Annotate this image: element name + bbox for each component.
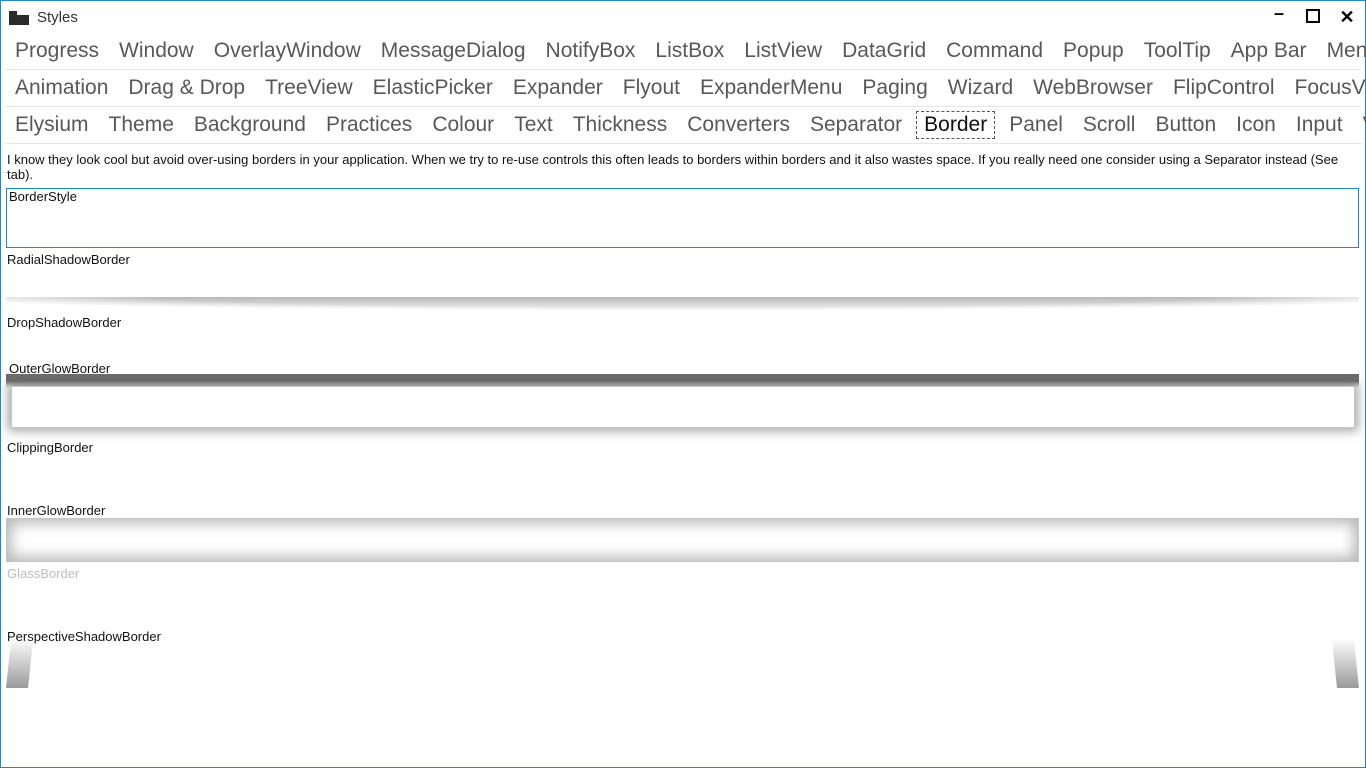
clipping-demo bbox=[6, 455, 1359, 499]
tab-listbox[interactable]: ListBox bbox=[645, 35, 734, 67]
tab-wizard[interactable]: Wizard bbox=[938, 72, 1023, 104]
tab-window[interactable]: Window bbox=[109, 35, 204, 67]
tab-content-border: I know they look cool but avoid over-usi… bbox=[1, 144, 1365, 688]
tab-webbrowser[interactable]: WebBrowser bbox=[1023, 72, 1163, 104]
tab-paging[interactable]: Paging bbox=[852, 72, 937, 104]
titlebar: Styles – ✕ bbox=[1, 1, 1365, 33]
dropshadow-label: DropShadowBorder bbox=[5, 315, 1365, 330]
tab-progress[interactable]: Progress bbox=[5, 35, 109, 67]
border-example-radialshadow: RadialShadowBorder bbox=[5, 252, 1365, 311]
border-example-outerglow: OuterGlowBorder bbox=[5, 386, 1365, 428]
tab-elasticpicker[interactable]: ElasticPicker bbox=[363, 72, 503, 104]
maximize-button[interactable] bbox=[1303, 8, 1323, 26]
tab-text[interactable]: Text bbox=[504, 109, 563, 141]
perspectiveshadow-label: PerspectiveShadowBorder bbox=[5, 629, 1365, 644]
innerglow-demo bbox=[6, 518, 1359, 562]
borderstyle-demo: BorderStyle bbox=[6, 188, 1359, 248]
tab-input[interactable]: Input bbox=[1286, 109, 1353, 141]
close-button[interactable]: ✕ bbox=[1337, 8, 1357, 26]
tab-flipcontrol[interactable]: FlipControl bbox=[1163, 72, 1285, 104]
tab-elysium[interactable]: Elysium bbox=[5, 109, 99, 141]
glass-label: GlassBorder bbox=[5, 566, 1365, 581]
tab-button[interactable]: Button bbox=[1145, 109, 1226, 141]
tab-row-3: ElysiumThemeBackgroundPracticesColourTex… bbox=[5, 107, 1361, 144]
tab-border[interactable]: Border bbox=[914, 109, 997, 141]
border-description: I know they look cool but avoid over-usi… bbox=[5, 150, 1365, 188]
tab-menuitem[interactable]: MenuItem bbox=[1317, 35, 1366, 67]
tab-icon[interactable]: Icon bbox=[1226, 109, 1286, 141]
tab-command[interactable]: Command bbox=[936, 35, 1053, 67]
tab-flyout[interactable]: Flyout bbox=[613, 72, 690, 104]
perspectiveshadow-demo bbox=[6, 644, 1359, 688]
tab-thickness[interactable]: Thickness bbox=[563, 109, 678, 141]
tab-row-2: AnimationDrag & DropTreeViewElasticPicke… bbox=[5, 70, 1361, 107]
tab-animation[interactable]: Animation bbox=[5, 72, 118, 104]
tab-background[interactable]: Background bbox=[184, 109, 316, 141]
tab-focusvisualstyle[interactable]: FocusVisualStyle bbox=[1285, 72, 1366, 104]
tab-theme[interactable]: Theme bbox=[99, 109, 184, 141]
tab-datagrid[interactable]: DataGrid bbox=[832, 35, 936, 67]
window-controls: – ✕ bbox=[1269, 8, 1357, 26]
tab-app-bar[interactable]: App Bar bbox=[1221, 35, 1317, 67]
clipping-label: ClippingBorder bbox=[5, 440, 1365, 455]
tab-colour[interactable]: Colour bbox=[422, 109, 504, 141]
tab-scroll[interactable]: Scroll bbox=[1073, 109, 1146, 141]
window-title: Styles bbox=[37, 9, 1269, 26]
radialshadow-demo bbox=[6, 267, 1359, 311]
tab-strip: ProgressWindowOverlayWindowMessageDialog… bbox=[1, 33, 1365, 144]
tab-separator[interactable]: Separator bbox=[800, 109, 912, 141]
border-example-perspectiveshadow: PerspectiveShadowBorder bbox=[5, 629, 1365, 688]
innerglow-label: InnerGlowBorder bbox=[5, 503, 1365, 518]
minimize-button[interactable]: – bbox=[1269, 4, 1289, 22]
glass-demo bbox=[6, 581, 1359, 625]
outerglow-demo: OuterGlowBorder bbox=[11, 386, 1355, 428]
tab-popup[interactable]: Popup bbox=[1053, 35, 1134, 67]
tab-tooltip[interactable]: ToolTip bbox=[1134, 35, 1221, 67]
borderstyle-label: BorderStyle bbox=[7, 189, 1358, 204]
border-example-clipping: ClippingBorder bbox=[5, 440, 1365, 499]
radialshadow-label: RadialShadowBorder bbox=[5, 252, 1365, 267]
tab-practices[interactable]: Practices bbox=[316, 109, 422, 141]
tab-converters[interactable]: Converters bbox=[677, 109, 800, 141]
tab-messagedialog[interactable]: MessageDialog bbox=[371, 35, 536, 67]
tab-expander[interactable]: Expander bbox=[503, 72, 613, 104]
tab-row-1: ProgressWindowOverlayWindowMessageDialog… bbox=[5, 33, 1361, 70]
tab-expandermenu[interactable]: ExpanderMenu bbox=[690, 72, 852, 104]
tab-listview[interactable]: ListView bbox=[734, 35, 832, 67]
app-icon bbox=[9, 9, 29, 25]
border-example-innerglow: InnerGlowBorder bbox=[5, 503, 1365, 562]
border-example-glass: GlassBorder bbox=[5, 566, 1365, 625]
border-example-borderstyle: BorderStyle bbox=[5, 188, 1365, 248]
tab-overlaywindow[interactable]: OverlayWindow bbox=[204, 35, 371, 67]
tab-notifybox[interactable]: NotifyBox bbox=[536, 35, 646, 67]
outerglow-label: OuterGlowBorder bbox=[7, 361, 1349, 376]
tab-drag-drop[interactable]: Drag & Drop bbox=[118, 72, 255, 104]
tab-treeview[interactable]: TreeView bbox=[255, 72, 363, 104]
tab-panel[interactable]: Panel bbox=[999, 109, 1073, 141]
tab-validation[interactable]: Validation bbox=[1353, 109, 1366, 141]
